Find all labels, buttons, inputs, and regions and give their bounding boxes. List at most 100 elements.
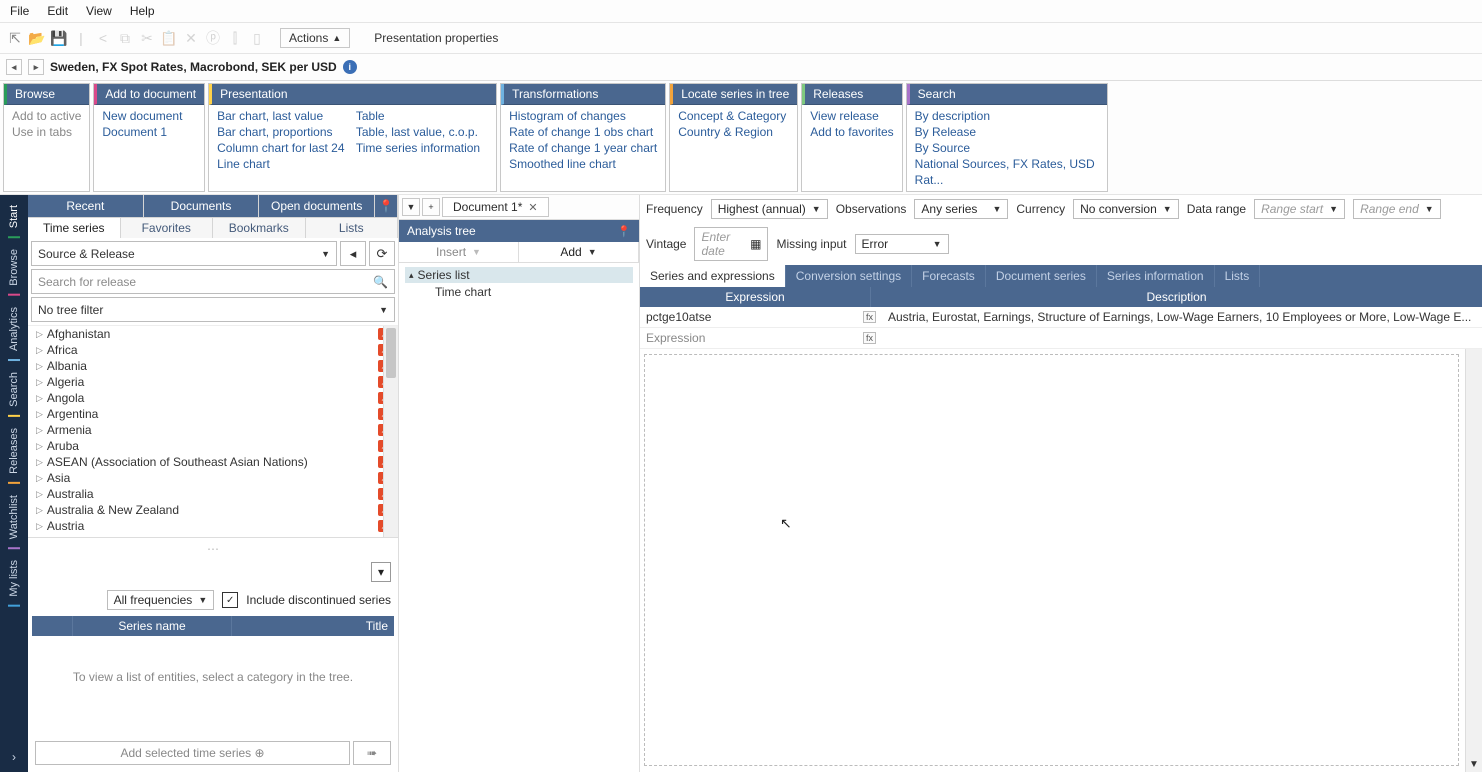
tree-item[interactable]: ▷Africa↗	[28, 342, 398, 358]
tree-item[interactable]: ▷ASEAN (Association of Southeast Asian N…	[28, 454, 398, 470]
tree-item[interactable]: ▷Australia↗	[28, 486, 398, 502]
pres-line[interactable]: Line chart	[217, 156, 344, 172]
st-series-info[interactable]: Series information	[1097, 265, 1215, 287]
rel-view[interactable]: View release	[810, 108, 893, 124]
tree-scrollbar[interactable]	[383, 326, 398, 537]
vtab-browse[interactable]: Browse	[8, 241, 20, 296]
tree-item[interactable]: ▷Algeria↗	[28, 374, 398, 390]
send-button[interactable]: ➠	[353, 741, 391, 765]
tree-item[interactable]: ▷Afghanistan↗	[28, 326, 398, 342]
st-series-expr[interactable]: Series and expressions	[640, 265, 786, 287]
tree-item[interactable]: ▷Australia & New Zealand↗	[28, 502, 398, 518]
col-title[interactable]: Title	[232, 616, 394, 636]
tree-item[interactable]: ▷Argentina↗	[28, 406, 398, 422]
vtab-mylists[interactable]: My lists	[8, 552, 20, 607]
analysis-tree[interactable]: ▴Series list Time chart	[399, 263, 639, 305]
vertical-scrollbar[interactable]: ▼	[1465, 349, 1482, 772]
pres-table-last[interactable]: Table, last value, c.o.p.	[356, 124, 480, 140]
expr-cell[interactable]: pctge10atse	[646, 310, 711, 324]
menu-edit[interactable]: Edit	[47, 4, 68, 18]
tree-item[interactable]: ▷Angola↗	[28, 390, 398, 406]
expr-cell-placeholder[interactable]: Expression	[646, 331, 705, 345]
st-forecasts[interactable]: Forecasts	[912, 265, 986, 287]
save-icon[interactable]: 💾	[50, 29, 68, 47]
tab-open-documents[interactable]: Open documents	[259, 195, 375, 217]
observations-select[interactable]: Any series▼	[914, 199, 1008, 219]
missing-input-select[interactable]: Error▼	[855, 234, 949, 254]
include-discontinued-checkbox[interactable]: ✓	[222, 592, 238, 608]
frequency-filter-select[interactable]: All frequencies▼	[107, 590, 215, 610]
filter-icon[interactable]: ▾	[371, 562, 391, 582]
addtodoc-new[interactable]: New document	[102, 108, 196, 124]
browse-add-to-active[interactable]: Add to active	[12, 108, 81, 124]
search-desc[interactable]: By description	[915, 108, 1099, 124]
expand-icon[interactable]: ›	[12, 750, 16, 764]
drop-area[interactable]: ↖	[644, 354, 1459, 766]
nav-fwd-button[interactable]: ▸	[28, 59, 44, 75]
tree-series-list[interactable]: ▴Series list	[405, 267, 633, 283]
splitter-handle[interactable]: ⋯	[32, 542, 394, 556]
currency-select[interactable]: No conversion▼	[1073, 199, 1179, 219]
pin-icon[interactable]: 📍	[617, 225, 631, 238]
pres-table[interactable]: Table	[356, 108, 480, 124]
menu-view[interactable]: View	[86, 4, 112, 18]
pres-bar-prop[interactable]: Bar chart, proportions	[217, 124, 344, 140]
pres-bar-last[interactable]: Bar chart, last value	[217, 108, 344, 124]
insert-button[interactable]: Insert▼	[399, 242, 519, 262]
vtab-releases[interactable]: Releases	[8, 420, 20, 484]
source-release-select[interactable]: Source & Release▼	[31, 241, 337, 266]
info-icon[interactable]: i	[343, 60, 357, 74]
addtodoc-doc1[interactable]: Document 1	[102, 124, 196, 140]
menu-file[interactable]: File	[10, 4, 29, 18]
pres-col-24[interactable]: Column chart for last 24	[217, 140, 344, 156]
open-icon[interactable]: 📂	[28, 29, 46, 47]
frequency-select[interactable]: Highest (annual)▼	[711, 199, 828, 219]
refresh-icon[interactable]: ⟳	[369, 241, 395, 266]
browse-use-in-tabs[interactable]: Use in tabs	[12, 124, 81, 140]
pres-ts-info[interactable]: Time series information	[356, 140, 480, 156]
doc-tab[interactable]: Document 1*✕	[442, 197, 549, 217]
vtab-watchlist[interactable]: Watchlist	[8, 487, 20, 549]
range-end-select[interactable]: Range end▼	[1353, 199, 1441, 219]
tab-lists[interactable]: Lists	[306, 218, 399, 238]
close-icon[interactable]: ✕	[528, 201, 537, 214]
expr-row-new[interactable]: Expression fx	[640, 328, 1482, 349]
search-source[interactable]: By Source	[915, 140, 1099, 156]
presentation-properties[interactable]: Presentation properties	[374, 31, 498, 45]
search-release-input[interactable]: Search for release🔍	[31, 269, 395, 294]
fx-icon[interactable]: fx	[863, 332, 876, 344]
fx-icon[interactable]: fx	[863, 311, 876, 323]
add-button[interactable]: Add▼	[519, 242, 639, 262]
back-icon[interactable]: ◂	[340, 241, 366, 266]
rel-fav[interactable]: Add to favorites	[810, 124, 893, 140]
vtab-analytics[interactable]: Analytics	[8, 299, 20, 361]
st-conversion[interactable]: Conversion settings	[786, 265, 912, 287]
cursor-icon[interactable]: ⇱	[6, 29, 24, 47]
tree-time-chart[interactable]: Time chart	[405, 283, 633, 301]
vtab-search[interactable]: Search	[8, 364, 20, 417]
trans-roc-1yr[interactable]: Rate of change 1 year chart	[509, 140, 657, 156]
col-expression[interactable]: Expression	[640, 287, 871, 307]
tab-time-series[interactable]: Time series	[28, 218, 121, 238]
nav-back-button[interactable]: ◂	[6, 59, 22, 75]
tab-documents[interactable]: Documents	[144, 195, 260, 217]
trans-roc-1obs[interactable]: Rate of change 1 obs chart	[509, 124, 657, 140]
trans-smooth[interactable]: Smoothed line chart	[509, 156, 657, 172]
trans-hist[interactable]: Histogram of changes	[509, 108, 657, 124]
st-doc-series[interactable]: Document series	[986, 265, 1097, 287]
search-fx[interactable]: National Sources, FX Rates, USD Rat...	[915, 156, 1099, 188]
add-selected-button[interactable]: Add selected time series ⊕	[35, 741, 350, 765]
tree-filter-select[interactable]: No tree filter▼	[31, 297, 395, 322]
col-description[interactable]: Description	[871, 287, 1482, 307]
st-lists[interactable]: Lists	[1215, 265, 1261, 287]
tab-favorites[interactable]: Favorites	[121, 218, 214, 238]
tab-recent[interactable]: Recent	[28, 195, 144, 217]
vintage-input[interactable]: Enter date▦	[694, 227, 768, 261]
search-release[interactable]: By Release	[915, 124, 1099, 140]
vtab-start[interactable]: Start	[8, 197, 20, 238]
tree-item[interactable]: ▷Albania↗	[28, 358, 398, 374]
col-series-name[interactable]: Series name	[73, 616, 232, 636]
tree-item[interactable]: ▷Asia↗	[28, 470, 398, 486]
doc-dropdown-icon[interactable]: ▼	[402, 198, 420, 216]
actions-dropdown[interactable]: Actions▲	[280, 28, 350, 48]
